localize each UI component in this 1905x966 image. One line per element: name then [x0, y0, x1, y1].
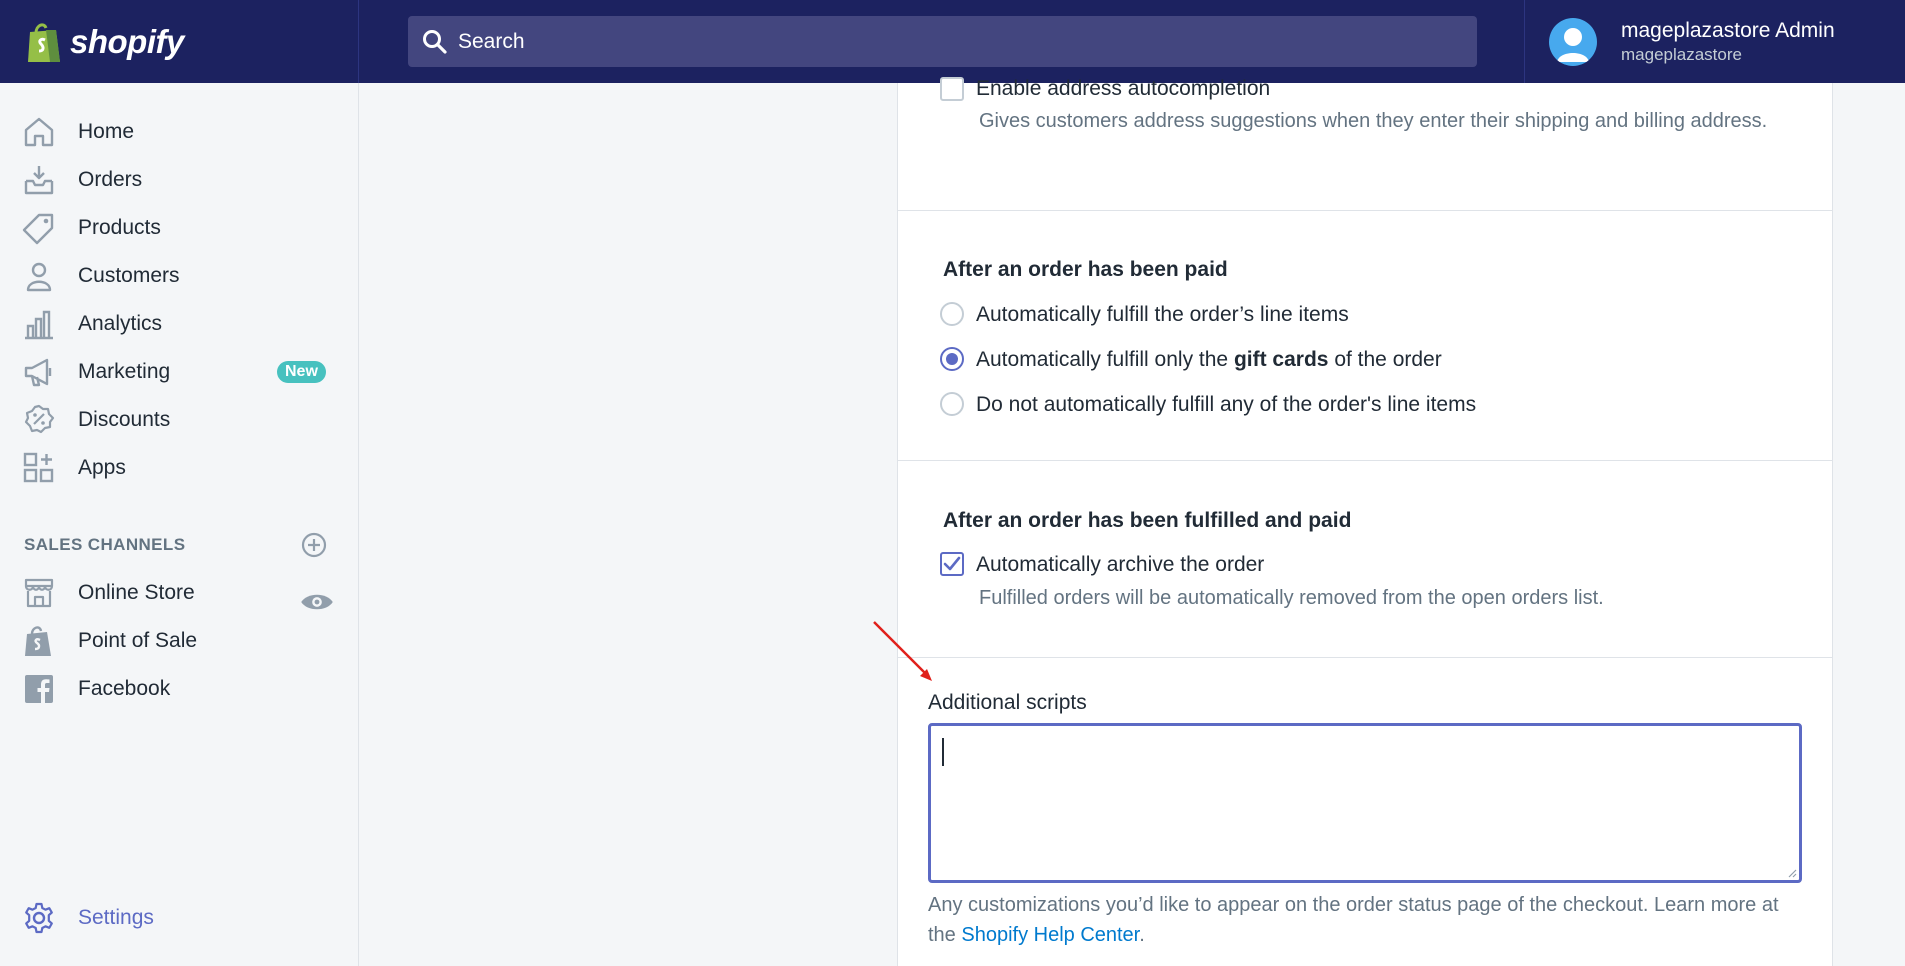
- sidebar-item-label: Apps: [78, 456, 126, 479]
- sidebar-item-apps[interactable]: Apps: [0, 446, 359, 490]
- shopify-logo[interactable]: shopify: [0, 0, 359, 83]
- additional-scripts-textarea[interactable]: [928, 723, 1802, 883]
- account-menu[interactable]: mageplazastore Admin mageplazastore: [1524, 0, 1905, 83]
- add-channel-icon[interactable]: [300, 531, 328, 559]
- shopify-help-center-link[interactable]: Shopify Help Center: [961, 924, 1139, 946]
- archive-order-checkbox[interactable]: [940, 552, 964, 576]
- after-paid-title: After an order has been paid: [943, 258, 1228, 281]
- search-input[interactable]: Search: [408, 16, 1477, 67]
- search-placeholder: Search: [458, 29, 525, 53]
- sidebar: Home Orders Products Customers Analytics…: [0, 83, 359, 966]
- radio-fulfill-all-label[interactable]: Automatically fulfill the order’s line i…: [976, 303, 1349, 327]
- radio-no-fulfill[interactable]: [940, 392, 964, 416]
- eye-icon[interactable]: [300, 585, 334, 619]
- autocomplete-label: Enable address autocompletion: [976, 77, 1271, 100]
- archive-order-help: Fulfilled orders will be automatically r…: [979, 587, 1604, 609]
- store-icon: [24, 578, 54, 608]
- sidebar-item-facebook[interactable]: Facebook: [0, 667, 359, 711]
- sidebar-item-label: Marketing: [78, 360, 171, 383]
- divider: [898, 657, 1832, 658]
- radio-no-fulfill-label[interactable]: Do not automatically fulfill any of the …: [976, 393, 1476, 417]
- sidebar-item-label: Home: [78, 120, 135, 143]
- new-badge: New: [277, 361, 326, 383]
- radio-fulfill-all[interactable]: [940, 302, 964, 326]
- person-icon: [26, 262, 52, 292]
- user-avatar-icon: [1557, 27, 1589, 62]
- sidebar-item-online-store[interactable]: Online Store: [0, 571, 359, 615]
- sidebar-item-products[interactable]: Products: [0, 206, 359, 250]
- help-suffix: .: [1139, 924, 1145, 946]
- divider: [898, 210, 1832, 211]
- resize-handle-icon[interactable]: [1787, 868, 1797, 878]
- additional-scripts-help: Any customizations you’d like to appear …: [928, 890, 1808, 950]
- sidebar-item-label: Products: [78, 216, 161, 239]
- radio-fulfill-gift-cards[interactable]: [940, 347, 964, 371]
- autocomplete-checkbox[interactable]: [940, 77, 964, 101]
- logo-text: shopify: [70, 22, 184, 60]
- sidebar-item-settings[interactable]: Settings: [0, 896, 359, 940]
- autocomplete-help: Gives customers address suggestions when…: [979, 110, 1768, 132]
- sidebar-item-label: Point of Sale: [78, 629, 198, 652]
- checkmark-icon: [943, 556, 961, 571]
- megaphone-icon: [24, 358, 52, 387]
- sales-channels-heading: SALES CHANNELS: [24, 535, 186, 554]
- annotation-arrow: [873, 621, 932, 681]
- checkout-settings-card: Enable address autocompletion Gives cust…: [897, 77, 1833, 966]
- sidebar-item-label: Orders: [78, 168, 143, 191]
- label-bold: gift cards: [1233, 348, 1329, 371]
- after-fulfilled-title: After an order has been fulfilled and pa…: [943, 509, 1352, 532]
- divider: [898, 460, 1832, 461]
- gear-icon: [25, 902, 53, 934]
- tag-icon: [22, 213, 54, 245]
- avatar[interactable]: [1549, 17, 1597, 66]
- sidebar-item-label: Settings: [78, 906, 154, 929]
- label-prefix: Automatically fulfill only the: [976, 348, 1234, 371]
- sidebar-item-label: Discounts: [78, 408, 171, 431]
- sidebar-item-orders[interactable]: Orders: [0, 158, 359, 202]
- search-icon: [423, 29, 447, 54]
- bar-chart-icon: [25, 310, 53, 340]
- account-name: mageplazastore Admin: [1621, 18, 1835, 42]
- sidebar-item-discounts[interactable]: Discounts: [0, 398, 359, 442]
- sidebar-item-home[interactable]: Home: [0, 110, 359, 154]
- sidebar-item-marketing[interactable]: Marketing New: [0, 350, 359, 394]
- sidebar-item-point-of-sale[interactable]: Point of Sale: [0, 619, 359, 663]
- account-store: mageplazastore: [1621, 44, 1742, 64]
- archive-order-label[interactable]: Automatically archive the order: [976, 553, 1264, 577]
- scrollbar[interactable]: [1893, 83, 1905, 966]
- top-bar: shopify Search mageplazastore Admin mage…: [0, 0, 1905, 83]
- discount-icon: [24, 404, 55, 434]
- additional-scripts-label: Additional scripts: [928, 691, 1087, 714]
- label-suffix: of the order: [1328, 348, 1442, 371]
- sidebar-item-analytics[interactable]: Analytics: [0, 302, 359, 346]
- sidebar-item-customers[interactable]: Customers: [0, 254, 359, 298]
- sidebar-item-label: Facebook: [78, 677, 171, 700]
- radio-fulfill-gift-cards-label[interactable]: Automatically fulfill only the gift card…: [976, 348, 1442, 372]
- shopify-bag-icon: [28, 22, 60, 62]
- orders-icon: [24, 166, 54, 195]
- sidebar-item-label: Customers: [78, 264, 180, 287]
- text-caret: [942, 738, 944, 766]
- shopify-bag-icon: [25, 626, 51, 656]
- apps-icon: [23, 452, 54, 483]
- facebook-icon: [25, 675, 53, 703]
- sidebar-item-label: Online Store: [78, 581, 195, 604]
- sidebar-item-label: Analytics: [78, 312, 163, 335]
- home-icon: [24, 117, 54, 147]
